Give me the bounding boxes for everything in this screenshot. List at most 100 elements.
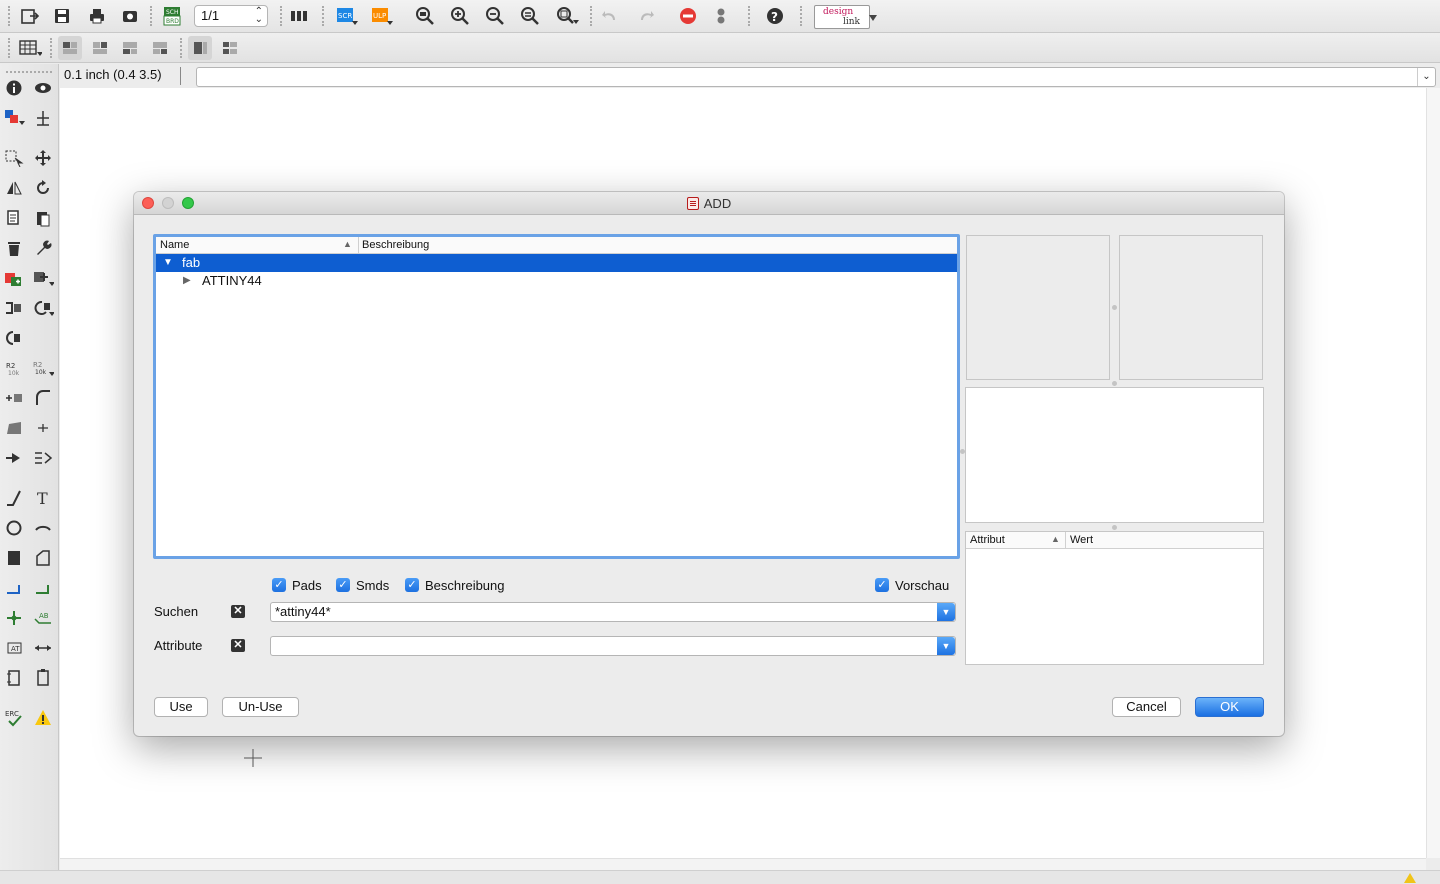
display-layers-icon[interactable] — [3, 107, 25, 129]
chevron-down-icon[interactable] — [866, 8, 880, 28]
layout-a-icon[interactable] — [188, 36, 212, 60]
cam-icon[interactable] — [118, 4, 142, 28]
column-header-value[interactable]: Wert — [1070, 534, 1093, 546]
copy-icon[interactable] — [3, 207, 25, 229]
wire-icon[interactable] — [3, 487, 25, 509]
attribute-table[interactable]: Attribut ▲ Wert — [965, 531, 1264, 665]
rectangle-icon[interactable] — [3, 547, 25, 569]
chevron-down-icon[interactable]: ⌄ — [1417, 68, 1435, 86]
label-icon[interactable]: AB — [32, 607, 54, 629]
move-icon[interactable] — [32, 147, 54, 169]
command-input[interactable]: ⌄ — [196, 67, 1436, 87]
clear-attribute-button[interactable]: ✕ — [231, 639, 245, 652]
erc-icon[interactable]: ERC — [3, 707, 25, 729]
warning-icon[interactable] — [32, 707, 54, 729]
ulp-icon[interactable]: ULP — [370, 5, 394, 29]
zoom-out-icon[interactable] — [483, 4, 507, 28]
clear-search-button[interactable]: ✕ — [231, 605, 245, 618]
preview-checkbox[interactable]: ✓ Vorschau — [875, 577, 949, 593]
delete-icon[interactable] — [3, 237, 25, 259]
layout-b-icon[interactable] — [218, 36, 242, 60]
route-icon[interactable] — [3, 447, 25, 469]
attribute-icon[interactable]: AT — [3, 637, 25, 659]
mark-icon[interactable] — [32, 107, 54, 129]
align-br-icon[interactable] — [148, 36, 172, 60]
tree-row-library[interactable]: ▼ fab — [156, 254, 957, 272]
select-icon[interactable] — [3, 147, 25, 169]
dialog-titlebar[interactable]: ADD — [134, 192, 1284, 215]
cancel-button[interactable]: Cancel — [1112, 697, 1181, 717]
mirror-icon[interactable] — [3, 177, 25, 199]
disclosure-collapsed-icon[interactable]: ▶ — [183, 272, 191, 290]
horizontal-scrollbar[interactable] — [60, 858, 1426, 870]
junction-icon[interactable] — [3, 607, 25, 629]
stop-icon[interactable] — [676, 4, 700, 28]
splitter-handle[interactable] — [1112, 525, 1117, 530]
smds-checkbox[interactable]: ✓ Smds — [336, 577, 389, 593]
wrench-icon[interactable] — [32, 237, 54, 259]
disclosure-expanded-icon[interactable]: ▼ — [163, 254, 173, 272]
circle-icon[interactable] — [3, 517, 25, 539]
ripup-icon[interactable] — [32, 447, 54, 469]
zoom-select-icon[interactable] — [518, 4, 542, 28]
align-tl-icon[interactable] — [58, 36, 82, 60]
split-icon[interactable] — [3, 417, 25, 439]
show-icon[interactable] — [32, 77, 54, 99]
open-icon[interactable] — [18, 4, 42, 28]
grid-layers-icon[interactable] — [18, 36, 42, 60]
grid-icon[interactable] — [288, 4, 312, 28]
library-tree[interactable]: Name ▲ Beschreibung ▼ fab ▶ ATTINY44 — [153, 234, 960, 559]
chevron-down-icon[interactable]: ▼ — [937, 637, 955, 655]
ok-button[interactable]: OK — [1195, 697, 1264, 717]
zoom-in-icon[interactable] — [448, 4, 472, 28]
invoke-icon[interactable] — [3, 297, 25, 319]
attribute-input[interactable]: ▼ — [270, 636, 956, 656]
polygon-icon[interactable] — [32, 547, 54, 569]
column-header-name[interactable]: Name — [160, 239, 189, 251]
splitter-handle[interactable] — [1112, 305, 1117, 310]
undo-icon[interactable] — [598, 4, 622, 28]
toolbar-grip[interactable] — [8, 6, 10, 26]
column-divider[interactable] — [358, 237, 359, 254]
column-divider[interactable] — [1065, 532, 1066, 549]
optimize-icon[interactable] — [32, 417, 54, 439]
column-header-attribute[interactable]: Attribut — [970, 534, 1005, 546]
replace-icon[interactable] — [32, 267, 54, 289]
tree-row-device[interactable]: ▶ ATTINY44 — [156, 272, 957, 290]
text-icon[interactable]: T — [32, 487, 54, 509]
script-icon[interactable]: SCR — [335, 5, 359, 29]
help-icon[interactable]: ? — [763, 4, 787, 28]
info-icon[interactable] — [3, 77, 25, 99]
modules-icon[interactable] — [32, 667, 54, 689]
gate-swap-icon[interactable] — [32, 297, 54, 319]
unuse-button[interactable]: Un-Use — [222, 697, 299, 717]
pin-swap-icon[interactable] — [3, 327, 25, 349]
value-icon[interactable]: R2 10k — [32, 357, 54, 379]
sch-brd-switch-icon[interactable]: SCH BRD — [160, 4, 184, 28]
paste-icon[interactable] — [32, 207, 54, 229]
print-icon[interactable] — [85, 4, 109, 28]
save-icon[interactable] — [50, 4, 74, 28]
net-icon[interactable] — [3, 577, 25, 599]
vertical-scrollbar[interactable] — [1426, 88, 1440, 858]
align-bl-icon[interactable] — [118, 36, 142, 60]
smash-icon[interactable] — [3, 387, 25, 409]
stepper-icon[interactable]: ⌃ ⌄ — [255, 7, 263, 25]
rotate-icon[interactable] — [32, 177, 54, 199]
miter-icon[interactable] — [32, 387, 54, 409]
name-icon[interactable]: R2 10k — [3, 357, 25, 379]
bus-icon[interactable] — [32, 577, 54, 599]
arc-icon[interactable] — [32, 517, 54, 539]
zoom-fit-icon[interactable] — [413, 4, 437, 28]
page-selector[interactable]: 1/1 ⌃ ⌄ — [194, 5, 268, 27]
search-input[interactable]: *attiny44* ▼ — [270, 602, 956, 622]
align-tr-icon[interactable] — [88, 36, 112, 60]
redo-icon[interactable] — [634, 4, 658, 28]
chevron-down-icon[interactable]: ▼ — [937, 603, 955, 621]
column-header-description[interactable]: Beschreibung — [362, 239, 429, 251]
splitter-handle[interactable] — [1112, 381, 1117, 386]
dimension-icon[interactable] — [32, 637, 54, 659]
description-checkbox[interactable]: ✓ Beschreibung — [405, 577, 505, 593]
go-icon[interactable] — [709, 4, 733, 28]
design-link-logo[interactable]: design link — [814, 5, 870, 29]
